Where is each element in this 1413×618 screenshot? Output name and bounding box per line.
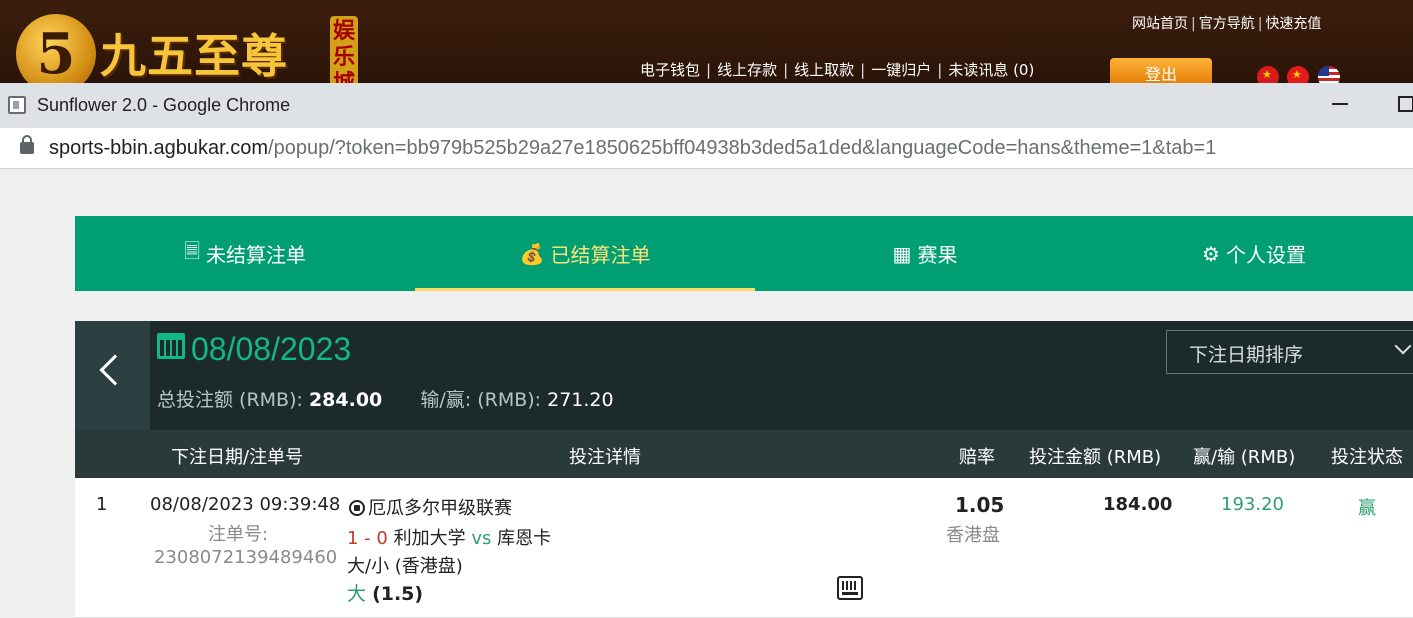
account-links: 电子钱包 | 线上存款 | 线上取款 | 一键归户 | 未读讯息 (0)	[640, 61, 1035, 79]
link-official-nav[interactable]: 官方导航	[1199, 16, 1255, 32]
url-path: /popup/?token=bb979b525b29a27e1850625bff…	[268, 137, 1217, 159]
selection: 大 (1.5)	[347, 579, 423, 606]
app-icon	[8, 96, 26, 114]
selection-line: (1.5)	[372, 583, 424, 605]
table-row: 1 08/08/2023 09:39:48 注单号: 2308072139489…	[75, 478, 1413, 618]
tab-label: 已结算注单	[550, 243, 651, 267]
tab-label: 未结算注单	[206, 243, 307, 267]
summary-date: 08/08/2023	[191, 331, 352, 367]
calendar-icon	[157, 333, 185, 359]
maximize-icon[interactable]	[1398, 96, 1413, 112]
home-team: 利加大学	[393, 528, 466, 549]
link-consolidate[interactable]: 一键归户	[871, 61, 931, 79]
site-header: 5 九五至尊 娱乐城 网站首页|官方导航|快速充值 电子钱包|线上存款|线上取款…	[0, 0, 1413, 96]
winloss-amount: 193.20	[1221, 494, 1284, 515]
tab-label: 个人设置	[1225, 243, 1306, 267]
winloss-value: 271.20	[547, 389, 614, 411]
tab-label: 赛果	[917, 243, 958, 267]
top-links: 网站首页 | 官方导航 | 快速充值	[1132, 16, 1322, 32]
row-index: 1	[96, 494, 108, 515]
total-stake-value: 284.00	[308, 389, 383, 411]
url-host: sports-bbin.agbukar.com	[49, 137, 269, 159]
league-label: 厄瓜多尔甲级联赛	[368, 498, 512, 519]
away-team: 库恩卡	[497, 528, 552, 549]
tab-settled[interactable]: 💰 已结算注单	[415, 216, 755, 291]
header-winloss: 赢/输 (RMB)	[1193, 447, 1296, 468]
scoreboard-icon[interactable]	[837, 576, 863, 600]
status-badge: 赢	[1358, 498, 1376, 519]
tab-unsettled[interactable]: 🗏 未结算注单	[75, 216, 415, 291]
chevron-left-icon	[99, 354, 131, 386]
settled-icon: 💰	[519, 241, 545, 266]
total-stake-label: 总投注额 (RMB):	[157, 389, 303, 411]
ticket-label: 注单号:	[208, 524, 269, 545]
selection-side: 大	[347, 583, 367, 605]
link-messages[interactable]: 未读讯息 (0)	[948, 61, 1034, 79]
scoreboard-icon: ▦	[892, 241, 912, 266]
market-type: 大/小 (香港盘)	[347, 556, 463, 577]
header-date: 下注日期/注单号	[171, 447, 304, 468]
site-logo-badge: 娱乐城	[330, 16, 358, 96]
url-text[interactable]: sports-bbin.agbukar.com/popup/?token=bb9…	[49, 137, 1216, 160]
bet-summary: 08/08/2023 总投注额 (RMB): 284.00 输/赢: (RMB)…	[75, 321, 1413, 430]
summary-totals: 总投注额 (RMB): 284.00 输/赢: (RMB): 271.20	[157, 385, 614, 412]
tab-results[interactable]: ▦ 赛果	[755, 216, 1095, 291]
odds-type: 香港盘	[946, 525, 1000, 546]
odds-value: 1.05	[955, 493, 1005, 517]
link-quick-recharge[interactable]: 快速充值	[1265, 16, 1321, 32]
winloss-label: 输/赢: (RMB):	[420, 389, 542, 411]
bet-tabs: 🗏 未结算注单 💰 已结算注单 ▦ 赛果 ⚙ 个人设置	[75, 216, 1413, 291]
back-button[interactable]	[75, 321, 150, 430]
lock-icon[interactable]	[20, 135, 34, 154]
header-stake: 投注金额 (RMB)	[1029, 447, 1162, 468]
ticket-number: 2308072139489460	[154, 547, 338, 568]
link-wallet[interactable]: 电子钱包	[640, 61, 700, 79]
league-name: 厄瓜多尔甲级联赛	[349, 494, 512, 520]
site-logo-mark: 5	[16, 14, 96, 94]
stake-value: 184.00	[1103, 494, 1173, 515]
header-odds: 赔率	[959, 447, 995, 468]
link-deposit[interactable]: 线上存款	[717, 61, 777, 79]
site-logo-text: 九五至尊	[100, 29, 288, 83]
window-title: Sunflower 2.0 - Google Chrome	[37, 95, 291, 115]
header-status: 投注状态	[1331, 447, 1403, 468]
table-header: 下注日期/注单号 投注详情 赔率 投注金额 (RMB) 赢/输 (RMB) 投注…	[75, 430, 1413, 478]
match-score: 1 - 0	[347, 528, 388, 549]
match-line: 1 - 0 利加大学 vs 库恩卡	[347, 524, 551, 550]
vs-label: vs	[471, 528, 492, 549]
link-withdraw[interactable]: 线上取款	[794, 61, 854, 79]
tab-settings[interactable]: ⚙ 个人设置	[1095, 216, 1413, 291]
link-home[interactable]: 网站首页	[1132, 16, 1188, 32]
gear-icon: ⚙	[1202, 241, 1220, 266]
bet-datetime: 08/08/2023 09:39:48	[150, 494, 341, 515]
sort-select[interactable]: 下注日期排序	[1166, 330, 1413, 374]
soccer-ball-icon	[349, 500, 365, 516]
header-details: 投注详情	[569, 447, 641, 468]
receipt-icon: 🗏	[183, 238, 201, 263]
minimize-icon[interactable]	[1332, 103, 1348, 105]
